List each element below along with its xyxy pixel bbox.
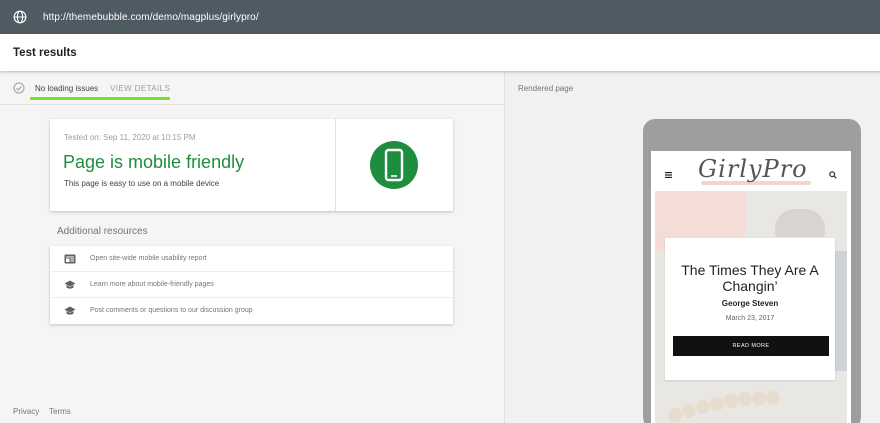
status-text: No loading issues: [35, 84, 99, 93]
post-title[interactable]: The Times They Are A Changin’: [665, 262, 835, 294]
result-card: Tested on: Sep 11, 2020 at 10:15 PM Page…: [50, 119, 453, 211]
post-card: The Times They Are A Changin’ George Ste…: [665, 238, 835, 380]
privacy-link[interactable]: Privacy: [13, 407, 39, 416]
resource-item-learn-more[interactable]: Learn more about mobile-friendly pages: [50, 272, 453, 298]
rendered-page-label: Rendered page: [518, 84, 574, 93]
resource-item-label: Open site-wide mobile usability report: [90, 255, 207, 262]
school-icon: [64, 306, 76, 315]
card-divider: [335, 119, 336, 211]
post-author: George Steven: [721, 299, 779, 308]
terms-link[interactable]: Terms: [49, 407, 71, 416]
check-circle-icon: [13, 82, 25, 94]
resource-item-usability-report[interactable]: Open site-wide mobile usability report: [50, 246, 453, 272]
school-icon: [64, 280, 76, 289]
read-more-button[interactable]: READ MORE: [673, 336, 829, 356]
hero-shape: [775, 209, 825, 237]
resources-card: Open site-wide mobile usability report L…: [50, 246, 453, 324]
results-pane: No loading issues VIEW DETAILS Tested on…: [0, 71, 504, 423]
page-title: Test results: [13, 46, 77, 59]
site-logo: GirlyPro: [698, 155, 808, 183]
status-row: No loading issues VIEW DETAILS: [0, 71, 504, 105]
beads-decoration: [668, 391, 780, 422]
result-subtext: This page is easy to use on a mobile dev…: [64, 179, 220, 188]
resource-item-discussion-group[interactable]: Post comments or questions to our discus…: [50, 298, 453, 324]
resource-item-label: Learn more about mobile-friendly pages: [90, 281, 214, 288]
view-details-link[interactable]: VIEW DETAILS: [110, 84, 170, 93]
url-text[interactable]: http://themebubble.com/demo/magplus/girl…: [43, 12, 259, 23]
title-bar: Test results: [0, 34, 880, 71]
phone-screen[interactable]: GirlyPro The Times They Are A Changin’ G…: [651, 151, 851, 423]
search-icon[interactable]: [829, 171, 837, 179]
menu-icon[interactable]: [665, 172, 672, 178]
post-date: March 23, 2017: [725, 315, 775, 322]
status-tab-indicator: [30, 97, 170, 100]
smartphone-icon: [384, 148, 404, 182]
additional-resources-heading: Additional resources: [57, 226, 148, 237]
site-header: GirlyPro: [651, 151, 851, 191]
tested-on-text: Tested on: Sep 11, 2020 at 10:15 PM: [64, 133, 196, 142]
report-icon: [64, 254, 76, 264]
globe-icon: [13, 10, 27, 24]
resource-item-label: Post comments or questions to our discus…: [90, 307, 253, 314]
url-bar: http://themebubble.com/demo/magplus/girl…: [0, 0, 880, 34]
result-heading: Page is mobile friendly: [63, 152, 245, 172]
mobile-badge: [370, 141, 418, 189]
rendered-pane: Rendered page GirlyPro The Times They Ar…: [504, 71, 880, 423]
